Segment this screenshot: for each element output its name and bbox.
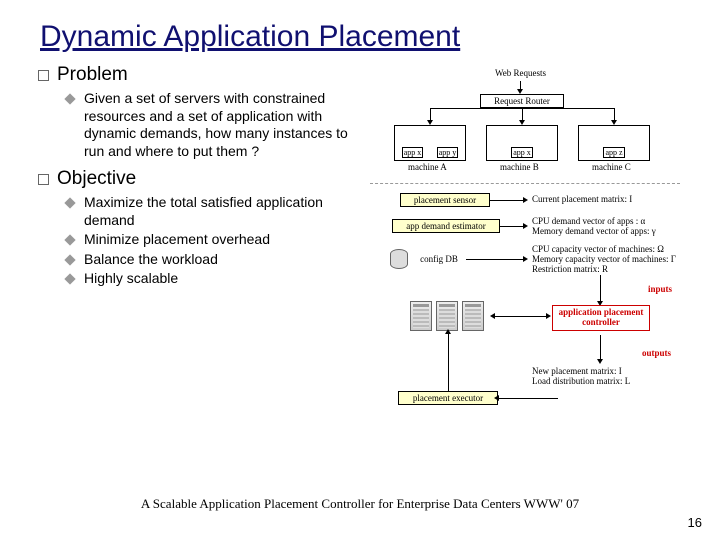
info-label: Current placement matrix: I — [532, 195, 632, 205]
server-cluster — [410, 301, 484, 331]
slide-title: Dynamic Application Placement — [0, 0, 720, 64]
info-label: Memory demand vector of apps: γ — [532, 227, 656, 237]
app-box: app x — [402, 147, 424, 158]
bullet-item: Highly scalable — [66, 270, 370, 288]
machine-label: machine C — [592, 163, 631, 173]
diamond-bullet-icon — [64, 234, 75, 245]
diamond-bullet-icon — [64, 273, 75, 284]
bullet-text: Highly scalable — [84, 270, 178, 288]
db-icon — [390, 249, 408, 269]
machine-a: app x app y — [394, 125, 466, 161]
citation: A Scalable Application Placement Control… — [0, 496, 720, 512]
machine-label: machine A — [408, 163, 447, 173]
heading-objective: Objective — [30, 168, 370, 190]
square-bullet-icon — [38, 70, 49, 81]
info-label: Load distribution matrix: L — [532, 377, 630, 387]
box-placement-executor: placement executor — [398, 391, 498, 405]
diamond-bullet-icon — [64, 197, 75, 208]
heading-text: Objective — [57, 168, 136, 189]
label-config-db: config DB — [412, 253, 466, 265]
machine-c: app z — [578, 125, 650, 161]
server-icon — [436, 301, 458, 331]
machine-label: machine B — [500, 163, 539, 173]
architecture-diagram: Web Requests Request Router app x app y … — [370, 69, 690, 429]
app-box: app z — [603, 147, 624, 158]
heading-text: Problem — [57, 64, 128, 85]
bullet-item: Maximize the total satisfied application… — [66, 194, 370, 229]
bullet-text: Balance the workload — [84, 251, 218, 269]
box-placement-sensor: placement sensor — [400, 193, 490, 207]
server-icon — [410, 301, 432, 331]
square-bullet-icon — [38, 174, 49, 185]
bullet-text: Given a set of servers with constrained … — [84, 90, 370, 160]
machine-b: app x — [486, 125, 558, 161]
app-box: app y — [437, 147, 459, 158]
bullet-item: Minimize placement overhead — [66, 231, 370, 249]
section-objective: Objective Maximize the total satisfied a… — [30, 168, 370, 288]
text-column: Problem Given a set of servers with cons… — [30, 64, 370, 429]
bullet-text: Maximize the total satisfied application… — [84, 194, 370, 229]
bullet-text: Minimize placement overhead — [84, 231, 270, 249]
bullet-item: Balance the workload — [66, 251, 370, 269]
label-inputs: inputs — [648, 285, 672, 295]
diagram-column: Web Requests Request Router app x app y … — [370, 64, 700, 429]
box-demand-estimator: app demand estimator — [392, 219, 500, 233]
section-problem: Problem Given a set of servers with cons… — [30, 64, 370, 160]
label-web-requests: Web Requests — [495, 69, 546, 79]
bullet-item: Given a set of servers with constrained … — [66, 90, 370, 160]
content-row: Problem Given a set of servers with cons… — [0, 64, 720, 429]
box-controller: application placement controller — [552, 305, 650, 331]
diamond-bullet-icon — [64, 93, 75, 104]
server-icon — [462, 301, 484, 331]
diamond-bullet-icon — [64, 254, 75, 265]
label-outputs: outputs — [642, 349, 671, 359]
heading-problem: Problem — [30, 64, 370, 86]
page-number: 16 — [688, 515, 702, 530]
info-label: Restriction matrix: R — [532, 265, 608, 275]
box-request-router: Request Router — [480, 94, 564, 108]
app-box: app x — [511, 147, 533, 158]
